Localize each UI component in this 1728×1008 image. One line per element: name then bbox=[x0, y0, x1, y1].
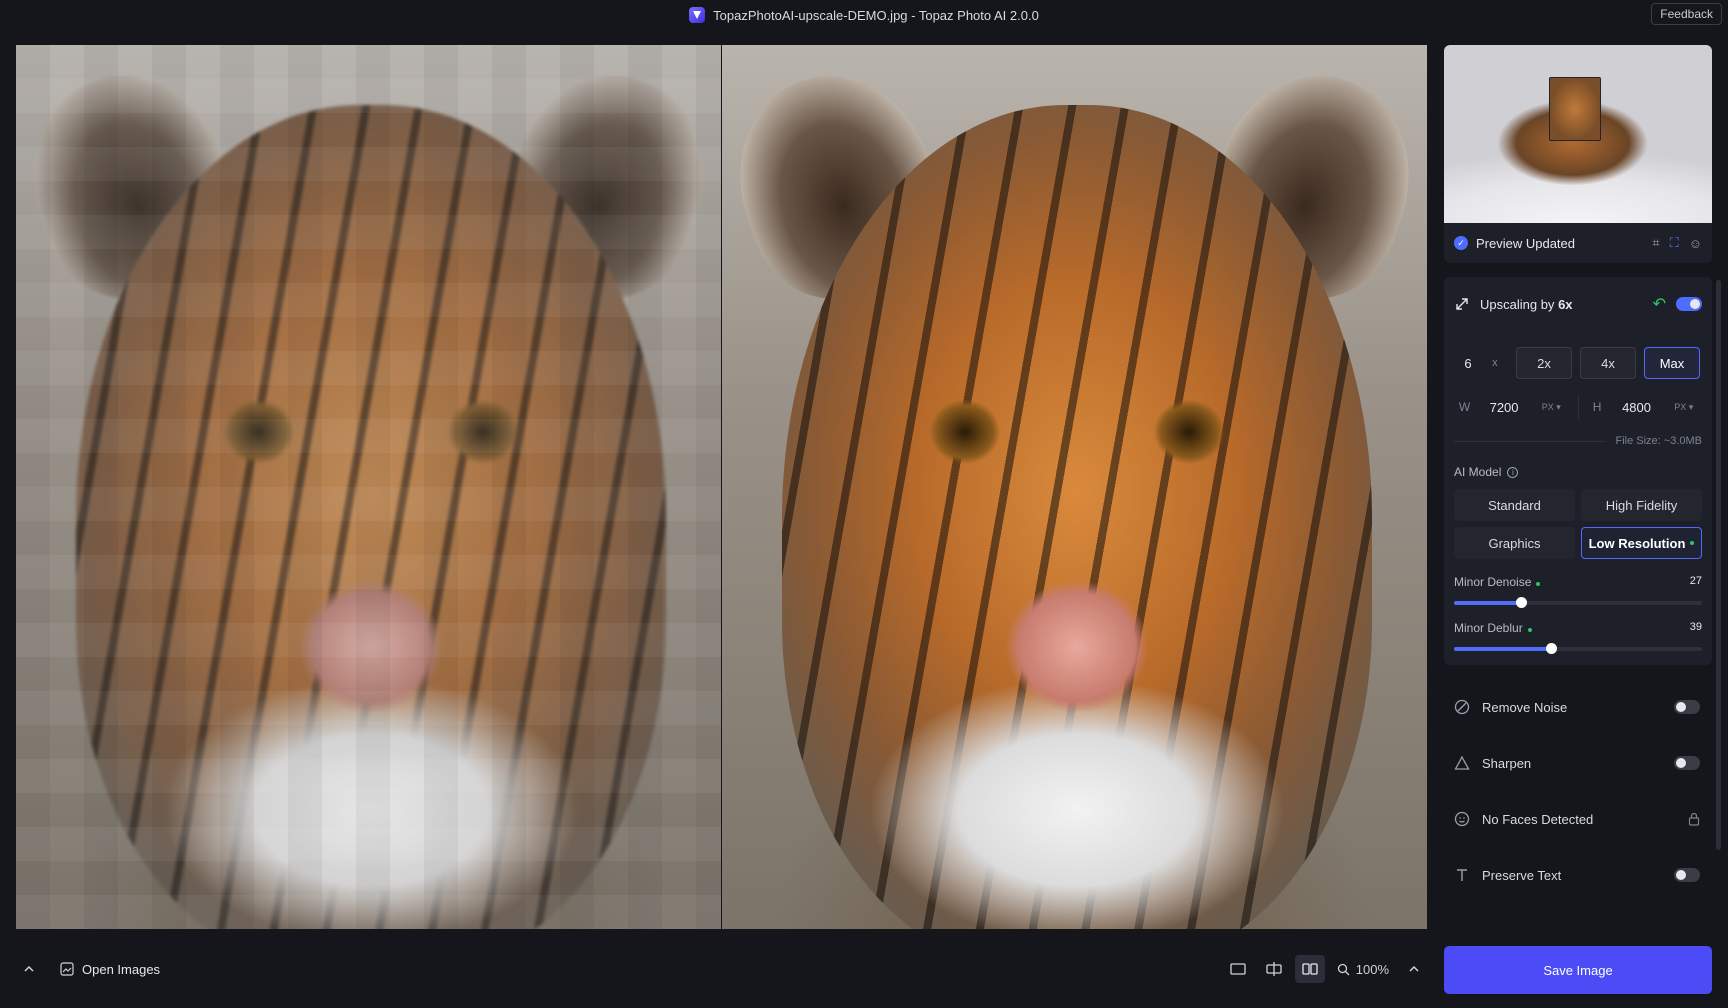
feature-label: No Faces Detected bbox=[1482, 811, 1594, 827]
upscale-card: Upscaling by 6x ↶ 6 x 2x 4x Max W 7200 P… bbox=[1444, 277, 1712, 665]
feature-faces: No Faces Detected bbox=[1444, 791, 1712, 847]
model-high-fidelity-button[interactable]: High Fidelity bbox=[1581, 489, 1702, 521]
title-bar: TopazPhotoAI-upscale-DEMO.jpg - Topaz Ph… bbox=[0, 0, 1728, 30]
panel-scrollbar[interactable] bbox=[1716, 280, 1721, 850]
upscale-title: Upscaling by 6x bbox=[1480, 296, 1573, 312]
active-dot-icon bbox=[1690, 541, 1695, 545]
chevron-up-icon bbox=[1409, 965, 1419, 972]
check-circle-icon: ✓ bbox=[1454, 236, 1468, 250]
split-view-button[interactable] bbox=[1259, 955, 1289, 983]
model-low-resolution-button[interactable]: Low Resolution bbox=[1581, 527, 1702, 559]
info-icon[interactable]: i bbox=[1507, 466, 1519, 478]
sharpen-icon bbox=[1454, 755, 1470, 771]
zoom-control[interactable]: 100% bbox=[1331, 962, 1395, 977]
feedback-button[interactable]: Feedback bbox=[1651, 3, 1722, 25]
upscale-icon bbox=[1456, 298, 1468, 310]
undo-icon[interactable]: ↶ bbox=[1653, 294, 1666, 314]
scale-max-button[interactable]: Max bbox=[1644, 347, 1700, 379]
ai-model-options: Standard High Fidelity Graphics Low Reso… bbox=[1454, 489, 1702, 559]
settings-panel: ✓ Preview Updated ⌗ ⛶ ☺ Upscaling by 6x … bbox=[1444, 45, 1712, 903]
text-icon bbox=[1454, 867, 1470, 883]
preview-status-bar: ✓ Preview Updated ⌗ ⛶ ☺ bbox=[1444, 223, 1712, 263]
minor-denoise-slider[interactable] bbox=[1454, 597, 1702, 608]
minor-deblur-handle[interactable] bbox=[1545, 643, 1557, 654]
width-label: W bbox=[1458, 400, 1471, 414]
minor-denoise-handle[interactable] bbox=[1515, 597, 1527, 608]
single-view-icon bbox=[1230, 963, 1246, 975]
sharpen-toggle[interactable] bbox=[1674, 756, 1700, 770]
scale-2x-button[interactable]: 2x bbox=[1516, 347, 1572, 379]
scale-factor-input[interactable]: 6 x bbox=[1454, 347, 1508, 379]
feature-label: Sharpen bbox=[1482, 755, 1532, 771]
chevron-up-icon bbox=[24, 965, 34, 972]
width-input[interactable]: 7200 bbox=[1475, 400, 1533, 415]
face-icon bbox=[1454, 811, 1470, 827]
dimensions-row: W 7200 PX ▾ H 4800 PX ▾ bbox=[1454, 391, 1702, 423]
minor-denoise-slider-block: Minor Denoise 27 bbox=[1454, 575, 1702, 608]
fullscreen-icon[interactable]: ⛶ bbox=[1670, 235, 1679, 251]
side-by-side-view-button[interactable] bbox=[1294, 955, 1325, 983]
model-standard-button[interactable]: Standard bbox=[1454, 489, 1575, 521]
minor-deblur-slider[interactable] bbox=[1454, 643, 1702, 654]
navigator-thumbnail[interactable] bbox=[1444, 45, 1712, 223]
save-image-button[interactable]: Save Image bbox=[1444, 946, 1712, 994]
minor-denoise-value: 27 bbox=[1689, 575, 1702, 587]
open-images-label: Open Images bbox=[82, 961, 161, 977]
minor-denoise-label: Minor Denoise bbox=[1454, 575, 1541, 589]
split-view-icon bbox=[1266, 962, 1282, 976]
ai-model-label: AI Model i bbox=[1454, 465, 1702, 479]
image-viewer[interactable] bbox=[16, 45, 1427, 929]
feature-remove-noise[interactable]: Remove Noise bbox=[1444, 679, 1712, 735]
crop-icon[interactable]: ⌗ bbox=[1652, 235, 1659, 251]
face-recovery-icon[interactable]: ☺ bbox=[1689, 236, 1702, 251]
zoom-level: 100% bbox=[1355, 961, 1389, 977]
minor-deblur-label: Minor Deblur bbox=[1454, 621, 1532, 635]
feature-preserve-text[interactable]: Preserve Text bbox=[1444, 847, 1712, 903]
original-image-pane bbox=[16, 45, 721, 929]
height-input[interactable]: 4800 bbox=[1608, 400, 1666, 415]
upscaled-image-pane bbox=[722, 45, 1427, 929]
preview-status-text: Preview Updated bbox=[1476, 235, 1575, 251]
minor-deblur-slider-block: Minor Deblur 39 bbox=[1454, 621, 1702, 654]
zoom-options-button[interactable] bbox=[1401, 956, 1427, 982]
model-graphics-button[interactable]: Graphics bbox=[1454, 527, 1575, 559]
feature-label: Remove Noise bbox=[1482, 699, 1568, 715]
file-size-text: File Size: ~3.0MB bbox=[1615, 435, 1702, 447]
lock-icon bbox=[1688, 812, 1700, 826]
scale-4x-button[interactable]: 4x bbox=[1580, 347, 1636, 379]
bottom-toolbar: Open Images 100% bbox=[16, 948, 1427, 990]
remove-noise-icon bbox=[1454, 699, 1470, 715]
zoom-icon bbox=[1337, 963, 1350, 975]
topaz-logo-icon bbox=[689, 7, 706, 23]
side-by-side-icon bbox=[1302, 963, 1318, 975]
window-title-text: TopazPhotoAI-upscale-DEMO.jpg - Topaz Ph… bbox=[713, 7, 1039, 23]
minor-deblur-value: 39 bbox=[1689, 621, 1702, 633]
height-label: H bbox=[1592, 400, 1602, 414]
expand-images-button[interactable] bbox=[16, 956, 42, 982]
window-title: TopazPhotoAI-upscale-DEMO.jpg - Topaz Ph… bbox=[689, 7, 1039, 23]
feature-sharpen[interactable]: Sharpen bbox=[1444, 735, 1712, 791]
upscale-toggle[interactable] bbox=[1676, 297, 1702, 311]
single-view-button[interactable] bbox=[1223, 955, 1253, 983]
file-size-row: File Size: ~3.0MB bbox=[1454, 435, 1702, 447]
width-unit-select[interactable]: PX ▾ bbox=[1533, 402, 1570, 413]
preserve-text-toggle[interactable] bbox=[1674, 868, 1700, 882]
open-images-button[interactable]: Open Images bbox=[50, 954, 170, 984]
feature-list: Remove Noise Sharpen No Faces Detected P… bbox=[1444, 679, 1712, 903]
remove-noise-toggle[interactable] bbox=[1674, 700, 1700, 714]
height-unit-select[interactable]: PX ▾ bbox=[1665, 402, 1702, 413]
navigator-viewport-rect[interactable] bbox=[1549, 77, 1601, 141]
image-icon bbox=[60, 962, 74, 976]
feature-label: Preserve Text bbox=[1482, 867, 1562, 883]
